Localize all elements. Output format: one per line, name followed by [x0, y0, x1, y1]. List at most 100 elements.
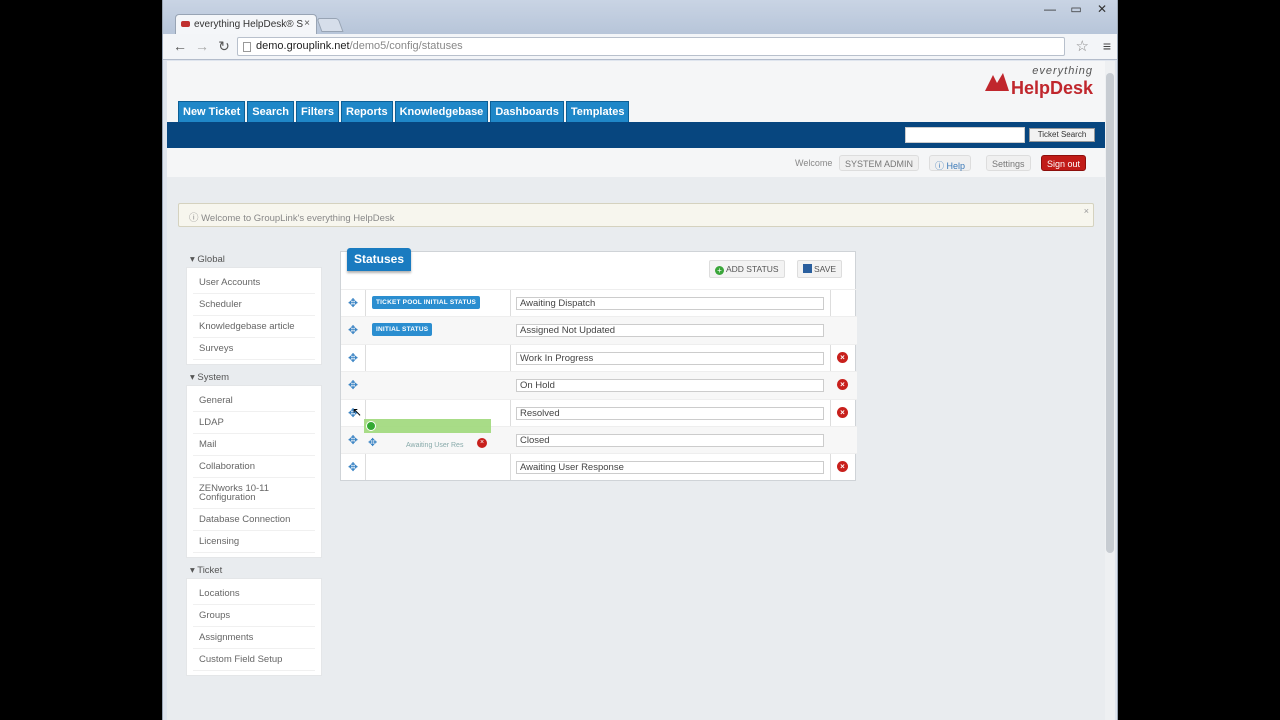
plus-icon: + [715, 266, 724, 275]
forward-icon[interactable]: → [193, 38, 211, 54]
section-ticket[interactable]: ▾ Ticket [186, 562, 322, 578]
drag-ghost-label: Awaiting User Res [406, 442, 464, 449]
status-name-input[interactable] [516, 324, 824, 338]
helpdesk-logo[interactable]: everything HelpDesk [983, 65, 1093, 99]
page-scrollbar[interactable] [1105, 61, 1115, 720]
welcome-text: Welcome [795, 158, 833, 168]
browser-tab[interactable]: everything HelpDesk® S × [175, 14, 317, 34]
sidebar-item-licensing[interactable]: Licensing [193, 531, 315, 553]
section-system[interactable]: ▾ System [186, 369, 322, 385]
sidebar-item-zenworks[interactable]: ZENworks 10-11 Configuration [193, 478, 315, 509]
drag-handle-icon[interactable]: ✥ [347, 434, 359, 446]
sidebar-item-locations[interactable]: Locations [193, 583, 315, 605]
new-tab-button[interactable] [316, 18, 344, 32]
save-icon [803, 264, 812, 273]
help-button[interactable]: ⓘ Help [929, 155, 972, 171]
drag-handle-icon[interactable]: ✥ [347, 297, 359, 309]
status-row: ✥ × [341, 453, 857, 480]
nav-knowledgebase[interactable]: Knowledgebase [394, 101, 489, 123]
sign-out-button[interactable]: Sign out [1041, 155, 1087, 171]
favicon-icon [181, 21, 190, 27]
title-bar: everything HelpDesk® S × — ▭ ✕ [163, 0, 1117, 34]
drag-handle-icon[interactable]: ✥ [347, 379, 359, 391]
ticket-search-button[interactable]: Ticket Search [1029, 128, 1095, 142]
browser-toolbar: ← → ↻ demo.grouplink.net/demo5/config/st… [163, 34, 1117, 60]
delete-status-icon[interactable]: × [837, 351, 848, 363]
delete-status-icon: × [477, 438, 487, 448]
info-icon: ⓘ [189, 213, 202, 224]
status-badge: TICKET POOL INITIAL STATUS [372, 296, 481, 309]
settings-button[interactable]: Settings [986, 155, 1031, 171]
logo-line1: everything [1032, 65, 1093, 77]
url-path: /demo5/config/statuses [349, 40, 463, 52]
main-nav: New Ticket Search Filters Reports Knowle… [178, 101, 630, 123]
tab-close-icon[interactable]: × [304, 18, 310, 29]
reload-icon[interactable]: ↻ [215, 38, 233, 55]
search-bar: Ticket Search [167, 122, 1105, 148]
nav-reports[interactable]: Reports [341, 101, 393, 123]
status-name-input[interactable] [516, 433, 824, 447]
user-name[interactable]: SYSTEM ADMIN [839, 155, 920, 171]
scrollbar-thumb[interactable] [1106, 73, 1114, 553]
sidebar-item-general[interactable]: General [193, 390, 315, 412]
help-label: Help [946, 161, 966, 171]
sidebar-item-custom-field-setup[interactable]: Custom Field Setup [193, 649, 315, 671]
drag-handle-icon[interactable]: ✥ [347, 324, 359, 336]
drop-indicator-icon [366, 421, 376, 431]
tab-title: everything HelpDesk® S [194, 19, 304, 30]
status-name-input[interactable] [516, 406, 824, 420]
address-bar[interactable]: demo.grouplink.net/demo5/config/statuses [237, 37, 1065, 56]
nav-filters[interactable]: Filters [295, 101, 339, 123]
ticket-search-input[interactable] [905, 127, 1025, 143]
drag-handle-icon: ✥ [368, 437, 378, 449]
drag-handle-icon[interactable]: ✥ [347, 352, 359, 364]
status-name-input[interactable] [516, 297, 824, 310]
sidebar-item-surveys[interactable]: Surveys [193, 338, 315, 360]
status-row: ✥ × [341, 343, 857, 371]
sidebar-item-ldap[interactable]: LDAP [193, 412, 315, 434]
sidebar-item-database-connection[interactable]: Database Connection [193, 509, 315, 531]
status-row: ✥ INITIAL STATUS [341, 316, 857, 344]
status-name-input[interactable] [516, 351, 824, 365]
sidebar-item-groups[interactable]: Groups [193, 605, 315, 627]
sidebar-item-assignments[interactable]: Assignments [193, 627, 315, 649]
nav-new-ticket[interactable]: New Ticket [178, 101, 246, 123]
notice-close-icon[interactable]: × [1084, 206, 1089, 216]
chrome-menu-icon[interactable]: ≡ [1103, 38, 1111, 54]
page-icon [243, 42, 251, 52]
browser-window: everything HelpDesk® S × — ▭ ✕ ← → ↻ dem… [162, 0, 1118, 720]
sidebar-item-mail[interactable]: Mail [193, 434, 315, 456]
notice-text: Welcome to GroupLink's everything HelpDe… [201, 213, 395, 224]
back-icon[interactable]: ← [171, 38, 189, 54]
page-viewport: everything HelpDesk New Ticket Search Fi… [167, 61, 1105, 720]
status-row: ✥ × [341, 371, 857, 399]
sidebar-item-user-accounts[interactable]: User Accounts [193, 272, 315, 294]
app-header: everything HelpDesk New Ticket Search Fi… [167, 61, 1105, 177]
config-sidebar: ▾ Global User Accounts Scheduler Knowled… [186, 251, 322, 680]
maximize-button[interactable]: ▭ [1067, 2, 1085, 16]
url-host: demo.grouplink.net [256, 40, 350, 52]
add-status-button[interactable]: + ADD STATUS [709, 260, 785, 278]
nav-dashboards[interactable]: Dashboards [490, 101, 564, 123]
sidebar-item-scheduler[interactable]: Scheduler [193, 294, 315, 316]
logo-mark-icon [985, 73, 1009, 91]
delete-status-icon[interactable]: × [837, 461, 848, 473]
status-row: ✥ TICKET POOL INITIAL STATUS [341, 289, 857, 316]
section-global[interactable]: ▾ Global [186, 251, 322, 267]
sidebar-item-knowledgebase-article[interactable]: Knowledgebase article [193, 316, 315, 338]
close-window-button[interactable]: ✕ [1093, 2, 1111, 16]
nav-templates[interactable]: Templates [565, 101, 630, 123]
bookmark-star-icon[interactable]: ☆ [1076, 37, 1089, 55]
minimize-button[interactable]: — [1041, 2, 1059, 16]
sidebar-item-collaboration[interactable]: Collaboration [193, 456, 315, 478]
delete-status-icon[interactable]: × [837, 406, 848, 418]
drag-handle-icon[interactable]: ✥ [347, 461, 359, 473]
status-name-input[interactable] [516, 379, 824, 393]
logo-line2: HelpDesk [1010, 78, 1093, 98]
status-name-input[interactable] [516, 461, 824, 475]
save-button[interactable]: SAVE [797, 260, 843, 278]
drop-target-highlight [364, 419, 491, 433]
nav-search[interactable]: Search [247, 101, 294, 123]
drag-ghost-row: ✥ Awaiting User Res × [364, 419, 491, 453]
delete-status-icon[interactable]: × [837, 379, 848, 391]
